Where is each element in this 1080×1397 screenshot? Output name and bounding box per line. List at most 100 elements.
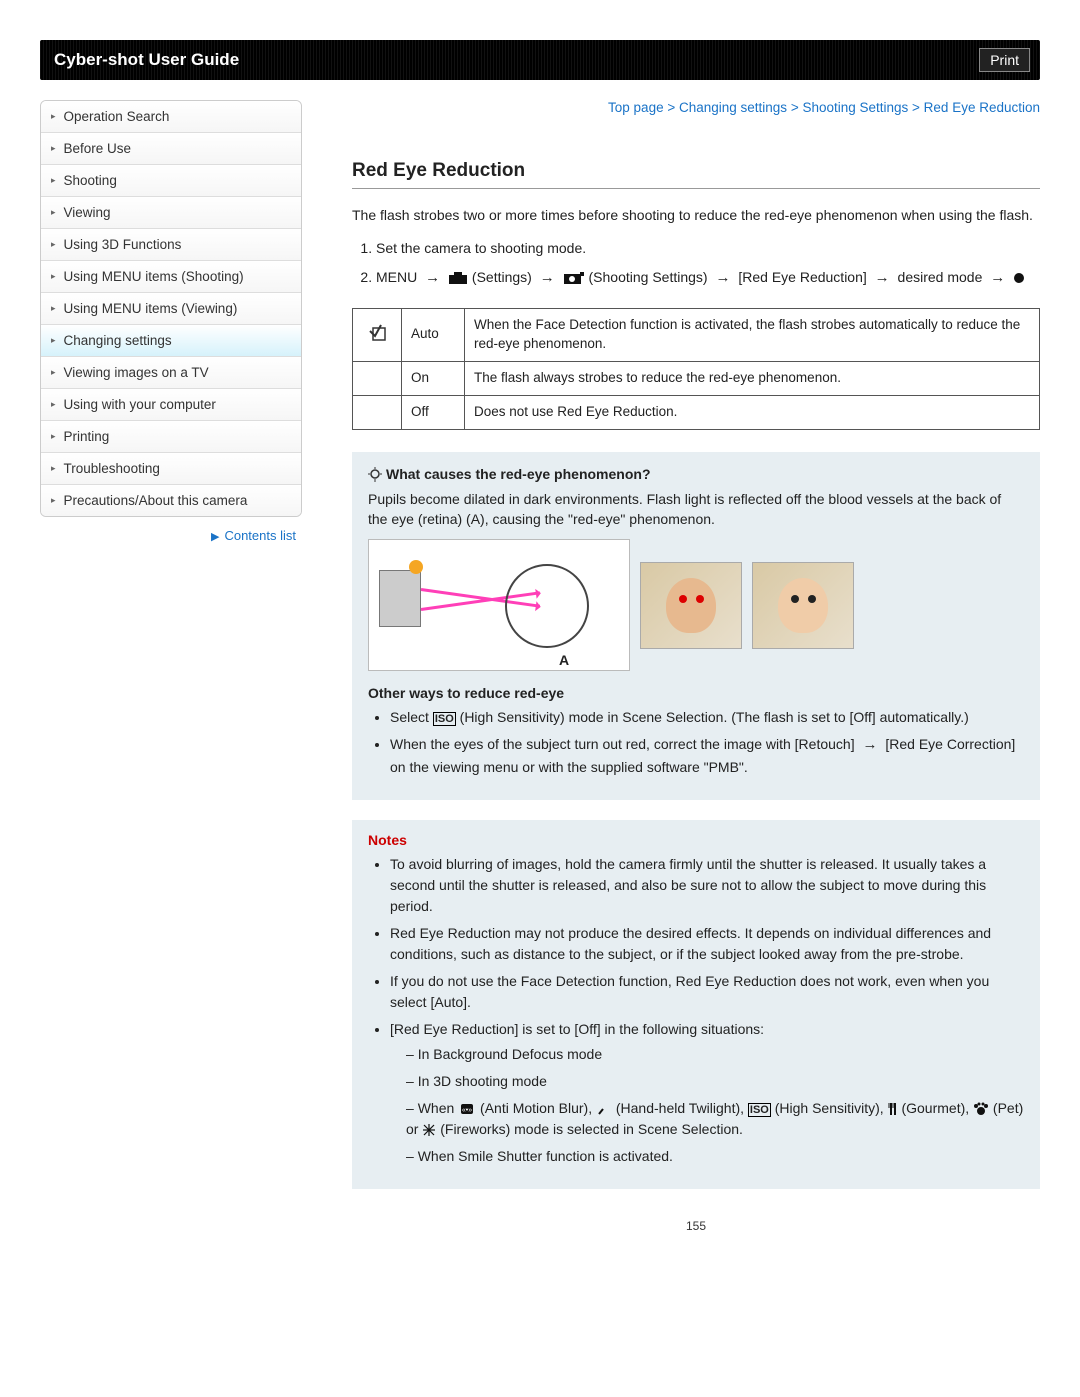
header-bar: Cyber-shot User Guide Print — [40, 40, 1040, 80]
iso-icon: ISO — [748, 1103, 771, 1117]
info-box: What causes the red-eye phenomenon? Pupi… — [352, 452, 1040, 800]
option-desc: The flash always strobes to reduce the r… — [465, 361, 1040, 395]
sidebar-item-label: Changing settings — [64, 333, 172, 348]
chevron-right-icon: ▸ — [51, 303, 56, 314]
notes-box: Notes To avoid blurring of images, hold … — [352, 820, 1040, 1189]
sidebar-item[interactable]: ▸ Viewing images on a TV — [41, 357, 301, 389]
sidebar-item[interactable]: ▸ Precautions/About this camera — [41, 485, 301, 516]
app-title: Cyber-shot User Guide — [54, 50, 239, 70]
iso-icon: ISO — [433, 712, 456, 726]
arrow-right-icon: → — [990, 266, 1005, 290]
intro-text: The flash strobes two or more times befo… — [352, 205, 1040, 225]
arrow-right-icon: → — [425, 266, 440, 290]
list-item: Red Eye Reduction may not produce the de… — [390, 923, 1024, 965]
arrow-right-icon: → — [875, 266, 890, 290]
chevron-right-icon: ▸ — [51, 431, 56, 442]
print-button[interactable]: Print — [979, 48, 1030, 72]
diagram-photo-redeye — [640, 562, 742, 649]
sidebar-item[interactable]: ▸ Using with your computer — [41, 389, 301, 421]
list-item: When Smile Shutter function is activated… — [406, 1146, 1024, 1167]
breadcrumb[interactable]: Top page > Changing settings > Shooting … — [352, 100, 1040, 115]
list-item: If you do not use the Face Detection fun… — [390, 971, 1024, 1013]
main-content: Top page > Changing settings > Shooting … — [302, 100, 1040, 1233]
option-desc: When the Face Detection function is acti… — [465, 308, 1040, 361]
list-item: When «•» (Anti Motion Blur), (Hand-held … — [406, 1098, 1024, 1140]
sidebar-item[interactable]: ▸ Shooting — [41, 165, 301, 197]
check-icon — [353, 308, 402, 361]
sidebar-item[interactable]: ▸ Using 3D Functions — [41, 229, 301, 261]
steps-list: Set the camera to shooting mode. MENU → … — [352, 237, 1040, 290]
lightbulb-icon — [368, 467, 382, 483]
chevron-right-icon: ▸ — [51, 239, 56, 250]
options-table: Auto When the Face Detection function is… — [352, 308, 1040, 430]
sidebar-item-label: Using MENU items (Shooting) — [64, 269, 244, 284]
chevron-right-icon: ▸ — [51, 143, 56, 154]
sidebar-item[interactable]: ▸ Operation Search — [41, 101, 301, 133]
fireworks-icon — [422, 1123, 436, 1137]
chevron-right-icon: ▸ — [51, 335, 56, 346]
arrow-right-icon: → — [715, 266, 730, 290]
sidebar-item[interactable]: ▸ Troubleshooting — [41, 453, 301, 485]
sidebar-item[interactable]: ▸ Using MENU items (Viewing) — [41, 293, 301, 325]
info-heading: What causes the red-eye phenomenon? — [368, 466, 1024, 483]
list-item: When the eyes of the subject turn out re… — [390, 734, 1024, 778]
option-name: Off — [402, 395, 465, 429]
sidebar-item-label: Troubleshooting — [64, 461, 160, 476]
sidebar-item-label: Operation Search — [64, 109, 170, 124]
sidebar-item-label: Using with your computer — [64, 397, 216, 412]
sidebar: ▸ Operation Search ▸ Before Use ▸ Shooting ▸ Vi… — [40, 100, 302, 1233]
arrow-right-icon: ▶ — [211, 531, 219, 543]
diagram-photo-child — [752, 562, 854, 649]
gourmet-icon — [888, 1102, 898, 1116]
list-item: In 3D shooting mode — [406, 1071, 1024, 1092]
chevron-right-icon: ▸ — [51, 399, 56, 410]
list-item: Select ISO (High Sensitivity) mode in Sc… — [390, 707, 1024, 728]
sidebar-item-label: Shooting — [64, 173, 117, 188]
hand-held-twilight-icon — [596, 1102, 612, 1116]
sidebar-item-label: Viewing — [64, 205, 111, 220]
sidebar-item[interactable]: ▸ Printing — [41, 421, 301, 453]
page-title: Red Eye Reduction — [352, 160, 1040, 189]
option-name: Auto — [402, 308, 465, 361]
sidebar-item-label: Precautions/About this camera — [64, 493, 248, 508]
sidebar-item-label: Using MENU items (Viewing) — [64, 301, 238, 316]
anti-motion-blur-icon: «•» — [458, 1102, 476, 1116]
toolbox-icon — [448, 271, 468, 285]
sidebar-item[interactable]: ▸ Using MENU items (Shooting) — [41, 261, 301, 293]
chevron-right-icon: ▸ — [51, 175, 56, 186]
arrow-right-icon: → — [540, 266, 555, 290]
notes-title: Notes — [368, 832, 1024, 848]
other-ways-heading: Other ways to reduce red-eye — [368, 685, 1024, 701]
step-1: Set the camera to shooting mode. — [376, 237, 1040, 259]
arrow-right-icon: → — [862, 734, 877, 757]
chevron-right-icon: ▸ — [51, 495, 56, 506]
sidebar-item[interactable]: ▸ Before Use — [41, 133, 301, 165]
step-2: MENU → (Settings) → (Shooting Settings) … — [376, 266, 1040, 290]
sidebar-item[interactable]: ▸ Viewing — [41, 197, 301, 229]
center-dot-icon — [1013, 272, 1025, 284]
info-body: Pupils become dilated in dark environmen… — [368, 489, 1024, 530]
page-number: 155 — [352, 1219, 1040, 1233]
other-ways-list: Select ISO (High Sensitivity) mode in Sc… — [368, 707, 1024, 778]
chevron-right-icon: ▸ — [51, 367, 56, 378]
option-desc: Does not use Red Eye Reduction. — [465, 395, 1040, 429]
sidebar-item-label: Viewing images on a TV — [64, 365, 209, 380]
contents-list-link-row: ▶ Contents list — [40, 517, 302, 543]
list-item: In Background Defocus mode — [406, 1044, 1024, 1065]
chevron-right-icon: ▸ — [51, 271, 56, 282]
contents-list-link[interactable]: Contents list — [224, 528, 296, 543]
option-name: On — [402, 361, 465, 395]
redeye-diagram: A — [368, 539, 1024, 671]
sidebar-item-label: Using 3D Functions — [64, 237, 182, 252]
nav-list: ▸ Operation Search ▸ Before Use ▸ Shooting ▸ Vi… — [40, 100, 302, 517]
chevron-right-icon: ▸ — [51, 111, 56, 122]
list-item: To avoid blurring of images, hold the ca… — [390, 854, 1024, 917]
sidebar-item-label: Before Use — [64, 141, 132, 156]
chevron-right-icon: ▸ — [51, 463, 56, 474]
sidebar-item[interactable]: ▸ Changing settings — [41, 325, 301, 357]
svg-text:«•»: «•» — [462, 1107, 472, 1114]
camera-settings-icon — [563, 271, 585, 285]
diagram-camera-eye: A — [368, 539, 630, 671]
chevron-right-icon: ▸ — [51, 207, 56, 218]
sidebar-item-label: Printing — [64, 429, 110, 444]
